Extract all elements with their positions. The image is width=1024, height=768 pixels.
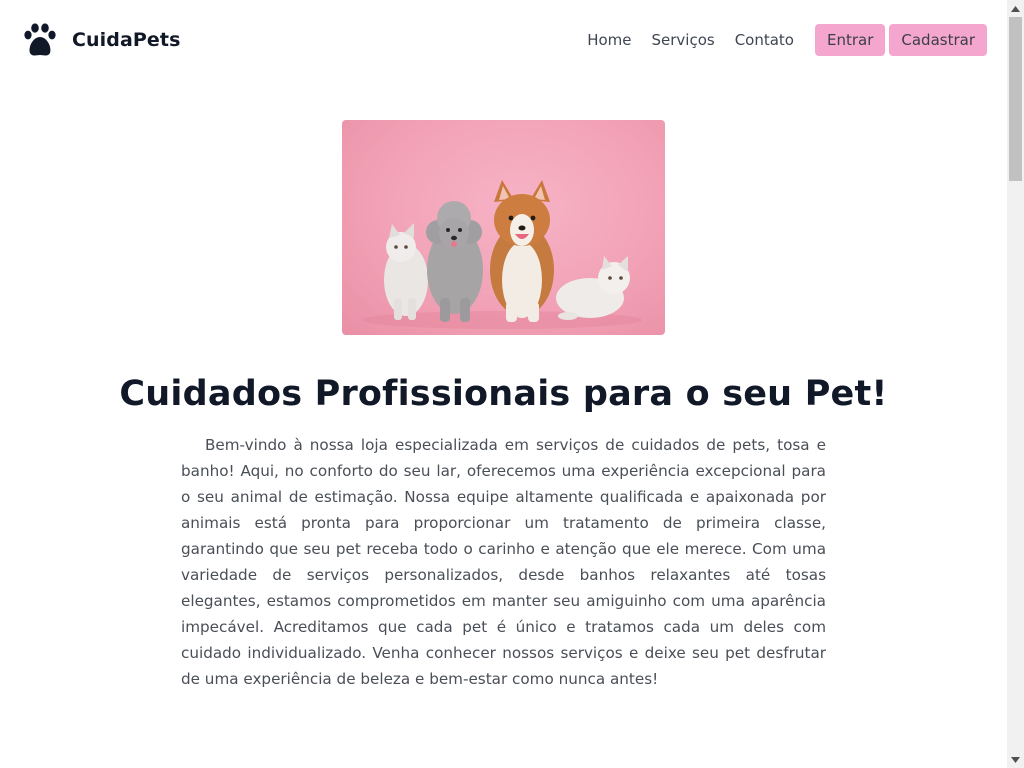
login-button[interactable]: Entrar — [814, 24, 886, 56]
poodle-figure — [426, 201, 483, 322]
brand-name: CuidaPets — [72, 29, 181, 51]
page: CuidaPets Home Serviços Contato Entrar C… — [0, 0, 1024, 768]
nav-menu: Home Serviços Contato Entrar Cadastrar — [587, 24, 987, 56]
navbar: CuidaPets Home Serviços Contato Entrar C… — [0, 0, 1007, 80]
page-title: Cuidados Profissionais para o seu Pet! — [119, 374, 888, 414]
nav-link-home[interactable]: Home — [587, 24, 631, 56]
nav-link-contato[interactable]: Contato — [735, 24, 794, 56]
cat-left-figure — [384, 223, 428, 320]
vertical-scrollbar[interactable] — [1007, 0, 1024, 768]
scroll-thumb[interactable] — [1009, 17, 1022, 181]
cat-right-figure — [556, 256, 630, 320]
nav-link-servicos[interactable]: Serviços — [651, 24, 714, 56]
signup-button[interactable]: Cadastrar — [889, 24, 987, 56]
paw-icon — [22, 22, 58, 58]
intro-paragraph: Bem-vindo à nossa loja especializada em … — [181, 436, 826, 688]
corgi-figure — [490, 180, 554, 322]
hero-image — [342, 120, 665, 335]
brand-link[interactable]: CuidaPets — [22, 22, 181, 58]
scroll-down-arrow-icon[interactable] — [1007, 751, 1024, 768]
scroll-up-arrow-icon[interactable] — [1007, 0, 1024, 17]
